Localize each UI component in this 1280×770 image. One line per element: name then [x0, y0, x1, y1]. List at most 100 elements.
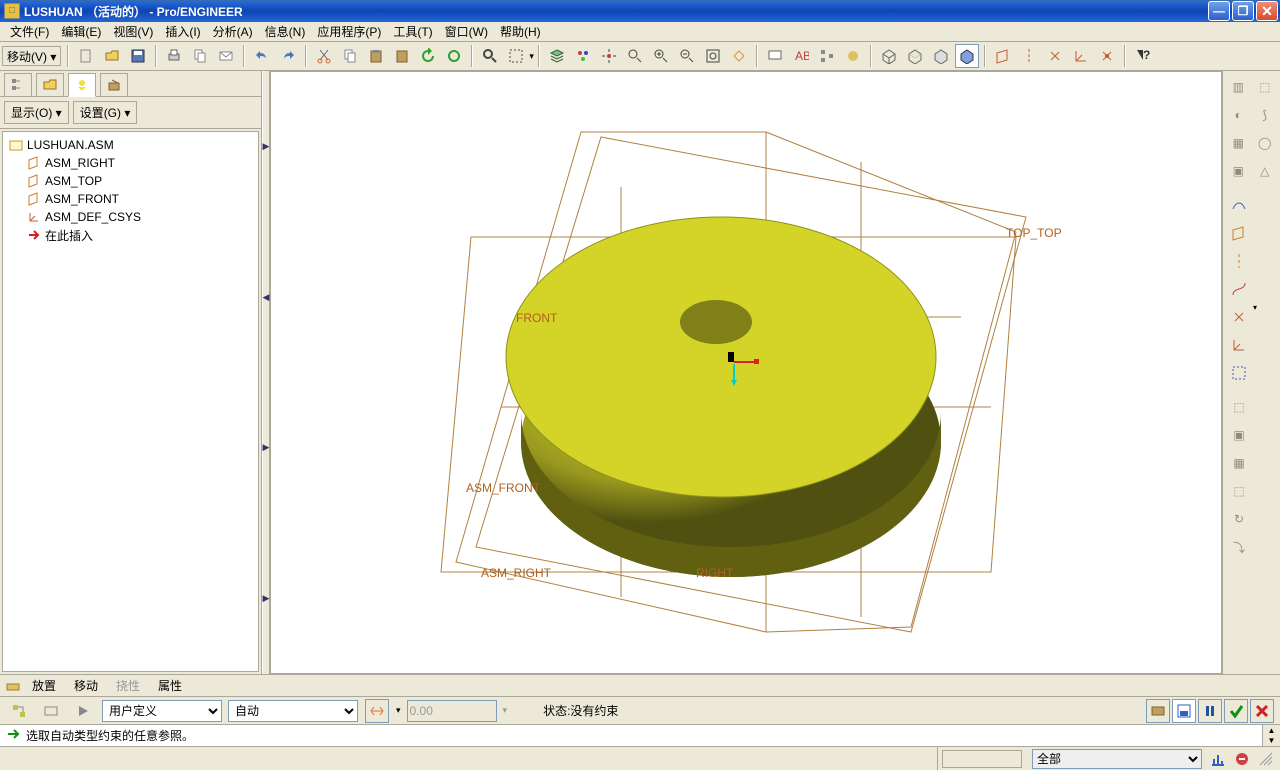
- model-tree-icon[interactable]: [815, 44, 839, 68]
- maximize-button[interactable]: ❐: [1232, 1, 1254, 21]
- email-icon[interactable]: [214, 44, 238, 68]
- move-dropdown[interactable]: 移动(V) ▾: [2, 46, 61, 66]
- zoom-out-icon[interactable]: [675, 44, 699, 68]
- copy2-icon[interactable]: [338, 44, 362, 68]
- flip-icon[interactable]: [365, 699, 389, 723]
- constraint-type-select[interactable]: 自动: [228, 700, 358, 722]
- zoom-icon[interactable]: [623, 44, 647, 68]
- paste-icon[interactable]: [364, 44, 388, 68]
- pause-button[interactable]: [1198, 699, 1222, 723]
- copy-icon[interactable]: [188, 44, 212, 68]
- expand-panel-icon[interactable]: [1172, 699, 1196, 723]
- redo-icon[interactable]: [276, 44, 300, 68]
- orient-icon[interactable]: [727, 44, 751, 68]
- menu-window[interactable]: 窗口(W): [439, 21, 494, 42]
- splitter-left[interactable]: ▶◀▶▶: [262, 71, 270, 674]
- interface-icon[interactable]: [7, 699, 31, 723]
- new-icon[interactable]: [74, 44, 98, 68]
- display-dropdown[interactable]: 显示(O) ▾: [4, 101, 69, 124]
- datum-point2-icon[interactable]: [1095, 44, 1119, 68]
- component-icon[interactable]: ⬚: [1226, 394, 1252, 420]
- sweep-icon[interactable]: ⟆: [1253, 102, 1278, 128]
- cut-icon[interactable]: [312, 44, 336, 68]
- rib-icon[interactable]: △: [1253, 158, 1278, 184]
- collapse-panel-icon[interactable]: [1146, 699, 1170, 723]
- menu-tools[interactable]: 工具(T): [387, 21, 438, 42]
- message-scroll[interactable]: ▲▼: [1262, 725, 1280, 746]
- pattern-icon[interactable]: ▦: [1226, 450, 1252, 476]
- tab-place[interactable]: 放置: [24, 675, 64, 696]
- blend-icon[interactable]: ▦: [1226, 130, 1251, 156]
- zoom-fit-icon[interactable]: [701, 44, 725, 68]
- sketch-curve-icon[interactable]: [1226, 192, 1252, 218]
- datum-curve-icon[interactable]: [1226, 276, 1252, 302]
- undo-icon[interactable]: [250, 44, 274, 68]
- shaded-icon[interactable]: [955, 44, 979, 68]
- save-icon[interactable]: [126, 44, 150, 68]
- tab-move[interactable]: 移动: [66, 675, 106, 696]
- layer-icon[interactable]: [545, 44, 569, 68]
- shell-icon[interactable]: ▣: [1226, 158, 1251, 184]
- tree-tab-2[interactable]: [36, 73, 64, 97]
- datum-point3-icon[interactable]: [1226, 304, 1252, 330]
- flex-icon[interactable]: ↻: [1226, 506, 1252, 532]
- mirror-icon[interactable]: ▥: [1226, 74, 1251, 100]
- hole-icon[interactable]: ◯: [1253, 130, 1278, 156]
- open-icon[interactable]: [100, 44, 124, 68]
- menu-edit[interactable]: 编辑(E): [55, 21, 107, 42]
- datum-axis-icon[interactable]: [1017, 44, 1041, 68]
- menu-analysis[interactable]: 分析(A): [207, 21, 259, 42]
- ok-button[interactable]: [1224, 699, 1248, 723]
- saved-view-icon[interactable]: [763, 44, 787, 68]
- play-icon[interactable]: [71, 699, 95, 723]
- menu-insert[interactable]: 插入(I): [159, 21, 206, 42]
- datum-plane-icon[interactable]: [991, 44, 1015, 68]
- tree-item[interactable]: ASM_TOP: [23, 172, 256, 190]
- datum-point-icon[interactable]: [1043, 44, 1067, 68]
- tree-tab-1[interactable]: [4, 73, 32, 97]
- print-icon[interactable]: [162, 44, 186, 68]
- datum-axis2-icon[interactable]: [1226, 248, 1252, 274]
- zoom-in-icon[interactable]: [649, 44, 673, 68]
- tab-flex[interactable]: 挠性: [108, 675, 148, 696]
- annotation-icon[interactable]: AB: [789, 44, 813, 68]
- view-mgr-icon[interactable]: [571, 44, 595, 68]
- tree-root[interactable]: LUSHUAN.ASM: [5, 136, 256, 154]
- hidden-line-icon[interactable]: [903, 44, 927, 68]
- datum-csys2-icon[interactable]: [1226, 332, 1252, 358]
- regen-icon[interactable]: [416, 44, 440, 68]
- tree-item[interactable]: ASM_RIGHT: [23, 154, 256, 172]
- minimize-button[interactable]: —: [1208, 1, 1230, 21]
- menu-help[interactable]: 帮助(H): [494, 21, 547, 42]
- menu-info[interactable]: 信息(N): [259, 21, 312, 42]
- status-stop-icon[interactable]: [1232, 749, 1252, 769]
- misc-icon[interactable]: ⤵: [1226, 534, 1252, 560]
- menu-file[interactable]: 文件(F): [4, 21, 55, 42]
- create-comp-icon[interactable]: ▣: [1226, 422, 1252, 448]
- wireframe-icon[interactable]: [877, 44, 901, 68]
- sketch-icon[interactable]: [1226, 360, 1252, 386]
- autotype-icon[interactable]: [39, 699, 63, 723]
- status-graph-icon[interactable]: [1208, 749, 1228, 769]
- tree-tab-4[interactable]: [100, 73, 128, 97]
- datum-csys-icon[interactable]: [1069, 44, 1093, 68]
- tree-item[interactable]: ASM_DEF_CSYS: [23, 208, 256, 226]
- regen2-icon[interactable]: [442, 44, 466, 68]
- cancel-button[interactable]: [1250, 699, 1274, 723]
- model-tree[interactable]: LUSHUAN.ASM ASM_RIGHT ASM_TOP ASM_FRONT …: [2, 131, 259, 672]
- help-icon[interactable]: ?: [1131, 44, 1155, 68]
- revolve-icon[interactable]: ◐: [1226, 102, 1251, 128]
- close-button[interactable]: ✕: [1256, 1, 1278, 21]
- select-icon[interactable]: [504, 44, 528, 68]
- tree-item[interactable]: 在此插入: [23, 226, 256, 244]
- group-icon[interactable]: ⬚: [1226, 478, 1252, 504]
- no-hidden-icon[interactable]: [929, 44, 953, 68]
- paste-special-icon[interactable]: [390, 44, 414, 68]
- extrude-icon[interactable]: ⬚: [1253, 74, 1278, 100]
- menu-app[interactable]: 应用程序(P): [311, 21, 387, 42]
- menu-view[interactable]: 视图(V): [107, 21, 159, 42]
- filter-select[interactable]: 全部: [1032, 749, 1202, 769]
- setting-dropdown[interactable]: 设置(G) ▾: [73, 101, 138, 124]
- datum-plane2-icon[interactable]: [1226, 220, 1252, 246]
- appearance-icon[interactable]: [841, 44, 865, 68]
